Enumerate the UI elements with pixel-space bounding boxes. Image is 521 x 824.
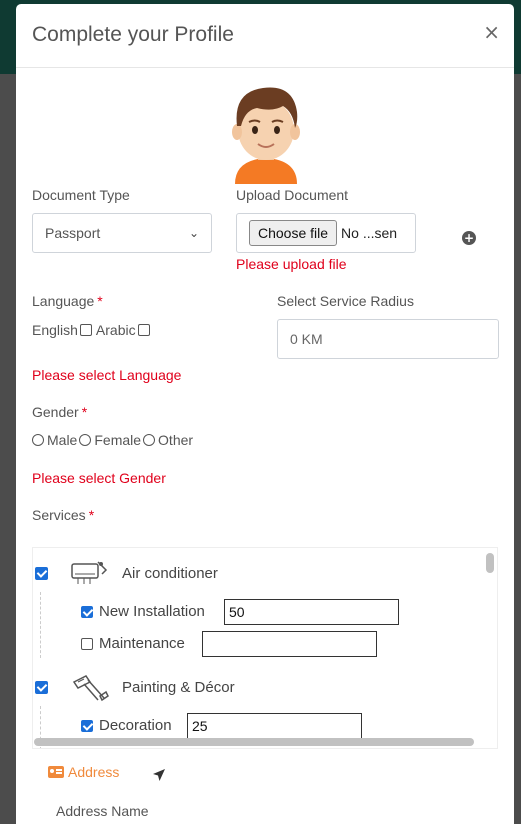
subservice-decoration-label: Decoration <box>99 717 172 734</box>
language-option-arabic-label: Arabic <box>95 322 136 338</box>
modal-header: Complete your Profile × <box>16 4 514 68</box>
address-tab[interactable]: Address <box>48 764 119 780</box>
subservice-decoration-input[interactable]: 25 <box>187 713 362 739</box>
required-mark: * <box>81 404 88 420</box>
location-arrow-icon[interactable] <box>152 768 166 782</box>
service-air-conditioner[interactable]: Air conditioner <box>33 558 218 588</box>
language-label-text: Language <box>32 293 95 309</box>
file-name-text: No ...sen <box>341 225 398 241</box>
document-type-select[interactable]: Passport ⌄ <box>32 213 212 253</box>
service-painting-decor-label: Painting & Décor <box>122 678 235 696</box>
gender-female-label: Female <box>94 432 142 448</box>
language-arabic-checkbox[interactable] <box>137 324 150 336</box>
service-air-conditioner-checkbox[interactable] <box>35 566 48 580</box>
services-vertical-scrollbar[interactable] <box>486 553 494 735</box>
service-air-conditioner-label: Air conditioner <box>122 564 218 582</box>
gender-male-radio[interactable] <box>32 434 44 446</box>
profile-modal: Complete your Profile × Document Type Pa… <box>16 4 514 824</box>
address-tab-label: Address <box>68 764 120 780</box>
language-error: Please select Language <box>32 367 182 383</box>
required-mark: * <box>97 293 103 309</box>
close-button[interactable]: × <box>483 22 500 42</box>
language-options: English Arabic <box>32 322 154 338</box>
document-type-value: Passport <box>45 225 101 241</box>
air-conditioner-icon <box>71 561 108 584</box>
services-label-text: Services <box>32 507 86 523</box>
choose-file-button[interactable]: Choose file <box>249 220 338 246</box>
service-radius-label: Select Service Radius <box>277 293 414 309</box>
gender-other-radio[interactable] <box>143 434 156 446</box>
language-option-english-label: English <box>32 322 78 338</box>
upload-error: Please upload file <box>236 256 347 272</box>
service-painting-decor[interactable]: Painting & Décor <box>33 672 235 702</box>
service-radius-placeholder: 0 KM <box>290 331 323 347</box>
service-radius-input[interactable]: 0 KM <box>277 319 499 359</box>
vertical-scroll-thumb[interactable] <box>486 553 494 573</box>
address-card-icon <box>48 766 64 778</box>
service-painting-decor-checkbox[interactable] <box>35 680 48 694</box>
language-english-checkbox[interactable] <box>79 324 92 336</box>
subservice-new-installation-value: 50 <box>229 604 245 620</box>
subservice-new-installation: New Installation <box>79 603 205 620</box>
services-list[interactable]: Air conditioner New Installation 50 Main… <box>32 547 498 749</box>
subservice-decoration-checkbox[interactable] <box>81 719 93 732</box>
subservice-maintenance-checkbox[interactable] <box>81 637 93 650</box>
upload-document-field: Choose file No ...sen <box>236 213 416 253</box>
subservice-maintenance: Maintenance <box>79 635 185 652</box>
gender-other-label: Other <box>158 432 194 448</box>
language-label: Language * <box>32 293 103 309</box>
gender-male-label: Male <box>47 432 78 448</box>
add-document-icon[interactable]: + <box>462 231 476 245</box>
gender-label-text: Gender <box>32 404 79 420</box>
upload-document-label: Upload Document <box>236 187 349 203</box>
subservice-decoration-value: 25 <box>192 718 208 734</box>
services-label: Services * <box>32 507 94 523</box>
gender-error: Please select Gender <box>32 470 166 486</box>
subservice-new-installation-input[interactable]: 50 <box>224 599 399 625</box>
subservice-maintenance-label: Maintenance <box>99 635 185 652</box>
modal-title: Complete your Profile <box>32 23 234 46</box>
address-name-label: Address Name <box>56 803 149 819</box>
gender-options: Male Female Other <box>32 432 193 448</box>
subservice-new-installation-label: New Installation <box>99 603 205 620</box>
subservice-new-installation-checkbox[interactable] <box>81 605 93 618</box>
subservice-decoration: Decoration <box>79 717 172 734</box>
document-type-label: Document Type <box>32 187 130 203</box>
gender-female-radio[interactable] <box>79 434 92 446</box>
subservice-maintenance-input[interactable] <box>202 631 377 657</box>
paint-roller-icon <box>72 675 109 702</box>
gender-label: Gender * <box>32 404 87 420</box>
services-horizontal-scrollbar[interactable] <box>34 738 474 746</box>
tree-connector <box>40 592 41 658</box>
chevron-down-icon: ⌄ <box>188 226 199 240</box>
avatar[interactable] <box>227 82 305 184</box>
required-mark: * <box>88 507 95 523</box>
